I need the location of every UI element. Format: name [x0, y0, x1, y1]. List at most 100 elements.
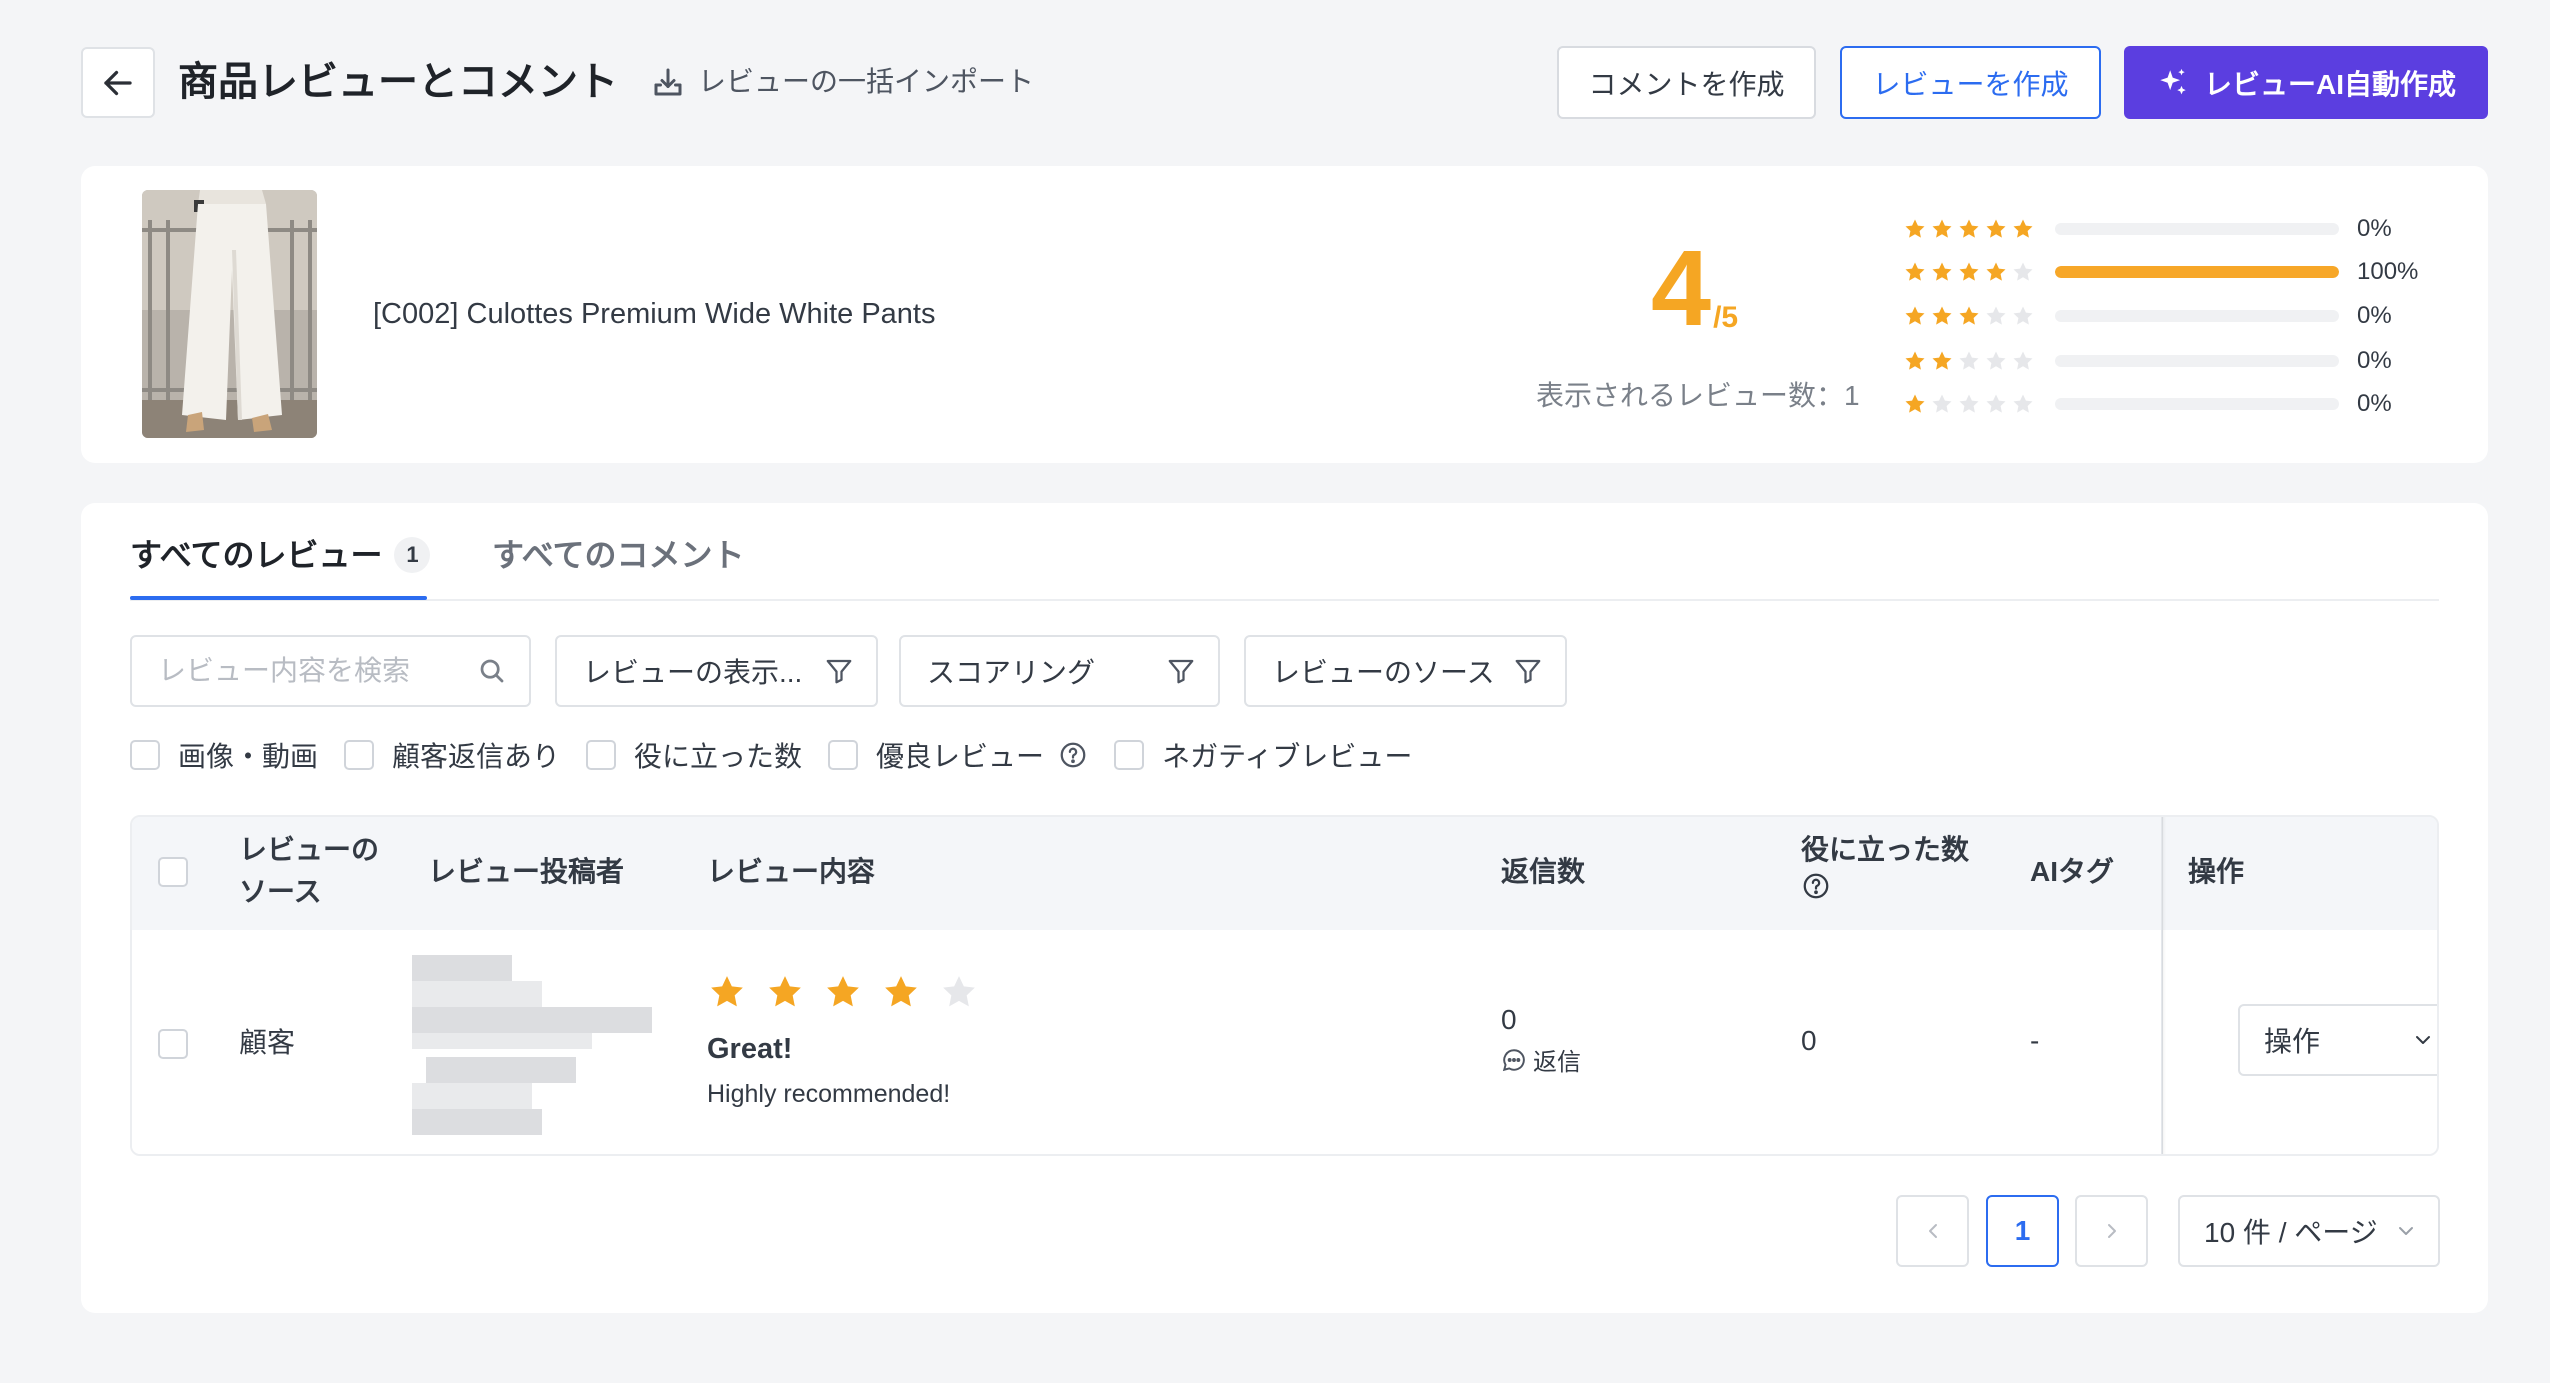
tab-count-badge: 1 — [394, 537, 431, 573]
rating-distribution-bar — [2055, 355, 2339, 367]
download-icon — [654, 68, 682, 96]
rating-distribution-row: 0% — [1903, 346, 2437, 376]
active-tab-indicator — [130, 596, 427, 600]
checkbox-customer-reply[interactable]: 顧客返信あり — [344, 735, 560, 775]
rating-distribution-bar — [2055, 398, 2339, 410]
star-icon — [2013, 351, 2033, 370]
tab-all-reviews[interactable]: すべてのレビュー 1 — [130, 533, 431, 577]
row-action-select[interactable]: 操作 — [2238, 1004, 2437, 1076]
reply-link[interactable]: 返信 — [1501, 1042, 1581, 1077]
display-filter-label: レビューの表示... — [583, 657, 803, 688]
row-helpful: 0 — [1801, 1025, 1817, 1056]
col-ai-tag[interactable]: AIタグ — [2030, 851, 2114, 893]
row-replies: 0 返信 — [1501, 1000, 1581, 1077]
page-1-button[interactable]: 1 — [1986, 1195, 2059, 1267]
ai-review-button[interactable]: レビューAI自動作成 — [2124, 46, 2488, 119]
star-icon — [711, 976, 743, 1007]
col-content[interactable]: レビュー内容 — [707, 851, 875, 893]
filter-icon — [1515, 659, 1541, 684]
checkbox-helpful[interactable]: 役に立った数 — [586, 735, 802, 775]
chevron-down-icon — [2416, 1036, 2430, 1044]
create-comment-button[interactable]: コメントを作成 — [1557, 46, 1816, 119]
col-author[interactable]: レビュー投稿者 — [428, 851, 624, 893]
page-size-select[interactable]: 10 件 / ページ — [2178, 1195, 2440, 1267]
star-icon — [1932, 351, 1952, 370]
rating-distribution-stars — [1903, 304, 2043, 328]
display-filter[interactable]: レビューの表示... — [555, 635, 878, 707]
col-helpful[interactable]: 役に立った数 — [1801, 829, 1969, 913]
chevron-right-icon — [2107, 1224, 2116, 1238]
col-replies[interactable]: 返信数 — [1501, 851, 1585, 893]
review-search-box[interactable] — [130, 635, 531, 707]
checkbox[interactable] — [1114, 740, 1145, 770]
rating-distribution-percent: 0% — [2357, 347, 2392, 374]
page-title: 商品レビューとコメント — [178, 60, 618, 104]
row-source: 顧客 — [239, 1027, 296, 1058]
rating-distribution-row: 0% — [1903, 214, 2437, 244]
product-image — [142, 190, 317, 438]
checkbox-excellent[interactable]: 優良レビュー — [828, 735, 1088, 775]
review-search-input[interactable] — [158, 655, 458, 687]
star-icon — [2013, 262, 2033, 281]
star-icon — [2013, 219, 2033, 238]
scoring-filter[interactable]: スコアリング — [899, 635, 1220, 707]
star-icon — [943, 976, 975, 1007]
source-filter[interactable]: レビューのソース — [1244, 635, 1567, 707]
row-ai-tag: - — [2030, 1025, 2040, 1056]
star-icon — [1905, 351, 1925, 370]
star-icon — [2013, 306, 2033, 325]
product-name: [C002] Culottes Premium Wide White Pants — [373, 298, 936, 330]
checkbox-media[interactable]: 画像・動画 — [130, 735, 318, 775]
star-icon — [1986, 351, 2006, 370]
ai-review-label: レビューAI自動作成 — [2203, 68, 2456, 100]
review-content: Great! Highly recommended! — [707, 972, 979, 1112]
average-rating-max: /5 — [1713, 301, 1739, 334]
checkbox[interactable] — [586, 740, 617, 770]
star-icon — [1932, 262, 1952, 281]
checkbox[interactable] — [344, 740, 375, 770]
reviews-panel: すべてのレビュー 1 すべてのコメント レビューの表示... スコアリング レビ… — [81, 503, 2488, 1313]
filter-icon — [1168, 659, 1194, 684]
row-checkbox[interactable] — [158, 1029, 188, 1059]
sticky-column-shadow — [2162, 817, 2166, 1154]
create-review-button[interactable]: レビューを作成 — [1840, 46, 2101, 119]
rating-distribution-percent: 0% — [2357, 215, 2392, 242]
table-header: レビューの ソース レビュー投稿者 レビュー内容 返信数 役に立った数 AIタグ… — [132, 817, 2437, 930]
next-page-button[interactable] — [2075, 1195, 2148, 1267]
col-source[interactable]: レビューの ソース — [239, 829, 379, 913]
prev-page-button[interactable] — [1896, 1195, 1969, 1267]
star-icon — [1932, 306, 1952, 325]
col-helpful-label: 役に立った数 — [1801, 834, 1970, 865]
tab-divider — [130, 599, 2439, 601]
checkbox[interactable] — [828, 740, 859, 770]
star-icon — [1986, 306, 2006, 325]
star-icon — [827, 976, 859, 1007]
checkbox-label: 優良レビュー — [876, 741, 1045, 772]
star-icon — [1959, 394, 1979, 413]
search-icon[interactable] — [477, 656, 507, 686]
select-all-checkbox[interactable] — [158, 857, 188, 887]
filter-checkboxes: 画像・動画 顧客返信あり 役に立った数 優良レビュー ネガティブレビュー — [130, 735, 1438, 775]
tab-all-comments[interactable]: すべてのコメント — [492, 533, 744, 577]
col-source-line1: レビューの — [239, 834, 380, 865]
star-icon — [769, 976, 801, 1007]
bulk-import-link[interactable]: レビューの一括インポート — [650, 62, 1034, 102]
star-icon — [1932, 394, 1952, 413]
checkbox-negative[interactable]: ネガティブレビュー — [1114, 735, 1412, 775]
rating-distribution-stars — [1903, 392, 2043, 416]
rating-distribution-row: 0% — [1903, 389, 2437, 419]
help-circle-icon[interactable] — [1058, 740, 1088, 770]
checkbox[interactable] — [130, 740, 160, 770]
rating-distribution-percent: 100% — [2357, 258, 2419, 285]
row-action-label: 操作 — [2264, 1026, 2321, 1057]
back-button[interactable] — [81, 47, 155, 118]
help-circle-icon[interactable] — [1801, 871, 1831, 901]
star-icon — [1959, 306, 1979, 325]
star-icon — [1959, 219, 1979, 238]
review-body: Highly recommended! — [707, 1080, 951, 1108]
page-size-label: 10 件 / ページ — [2204, 1217, 2378, 1248]
bulk-import-label: レビューの一括インポート — [698, 66, 1035, 97]
rating-distribution-bar — [2055, 223, 2339, 235]
tab-all-reviews-label: すべてのレビュー — [130, 537, 383, 573]
star-icon — [1986, 262, 2006, 281]
